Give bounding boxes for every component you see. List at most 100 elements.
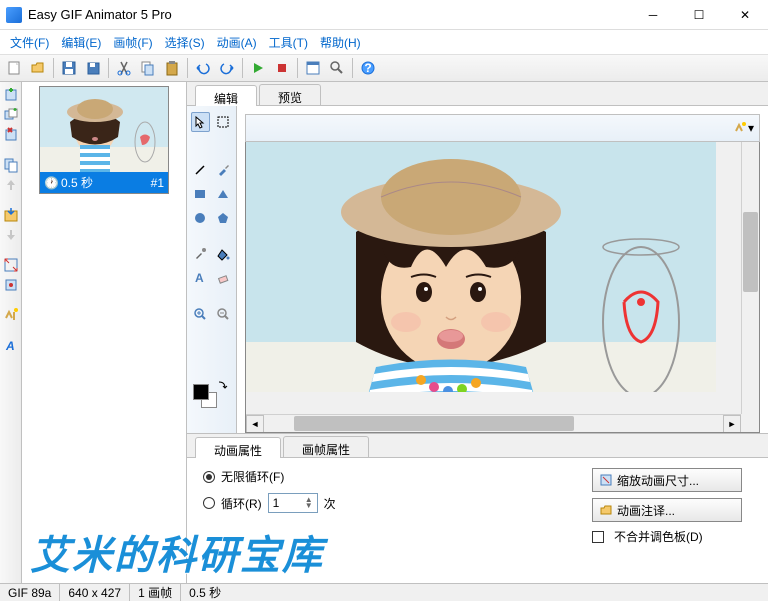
import-icon[interactable] (2, 206, 20, 224)
search-icon[interactable] (326, 57, 348, 79)
window-title: Easy GIF Animator 5 Pro (28, 7, 630, 22)
editor-panel: 编辑 预览 (187, 82, 768, 583)
canvas-image (246, 142, 716, 392)
animation-comment-button[interactable]: 动画注译... (592, 498, 742, 522)
open-icon[interactable] (27, 57, 49, 79)
loop-count-input[interactable]: 1▲▼ (268, 493, 318, 513)
radio-loop-count[interactable] (203, 497, 215, 509)
effects-icon[interactable] (2, 306, 20, 324)
rect-tool-icon[interactable] (191, 184, 210, 204)
line-tool-icon[interactable] (191, 160, 210, 180)
radio-infinite-loop[interactable] (203, 471, 215, 483)
scroll-left-icon[interactable]: ◄ (246, 415, 264, 433)
redo-icon[interactable] (216, 57, 238, 79)
canvas-toolbar: ▾ (245, 114, 760, 142)
help-icon[interactable]: ? (357, 57, 379, 79)
menu-file[interactable]: 文件(F) (4, 32, 55, 53)
zoom-out-tool-icon[interactable] (214, 304, 233, 324)
svg-text:?: ? (364, 61, 371, 75)
text-icon[interactable]: A (2, 336, 20, 354)
frame-thumbnail[interactable]: 🕐 0.5 秒 #1 (39, 86, 169, 194)
loop-options: 无限循环(F) 循环(R) 1▲▼ 次 (203, 468, 336, 553)
menu-animation[interactable]: 动画(A) (211, 32, 263, 53)
resize-icon[interactable] (2, 256, 20, 274)
brush-tool-icon[interactable] (214, 160, 233, 180)
cut-icon[interactable] (113, 57, 135, 79)
tab-preview[interactable]: 预览 (259, 84, 321, 105)
checkbox-no-merge-palette[interactable] (592, 531, 604, 543)
foreground-color[interactable] (193, 384, 209, 400)
status-dimensions: 640 x 427 (60, 584, 130, 601)
add-frame-icon[interactable] (2, 86, 20, 104)
svg-text:A: A (195, 271, 204, 285)
action-buttons: 缩放动画尺寸... 动画注译... 不合并调色板(D) (592, 468, 742, 553)
color-swatches[interactable] (191, 380, 232, 427)
resize-icon (599, 473, 613, 487)
zoom-in-tool-icon[interactable] (191, 304, 210, 324)
app-icon (6, 7, 22, 23)
tab-frame-props[interactable]: 画帧属性 (283, 436, 369, 457)
resize-animation-button[interactable]: 缩放动画尺寸... (592, 468, 742, 492)
svg-text:A: A (5, 339, 15, 353)
tab-edit[interactable]: 编辑 (195, 85, 257, 106)
frame-index: #1 (151, 176, 164, 190)
stop-icon[interactable] (271, 57, 293, 79)
eyedropper-tool-icon[interactable] (191, 244, 210, 264)
triangle-tool-icon[interactable] (214, 184, 233, 204)
close-button[interactable]: ✕ (722, 0, 768, 30)
canvas[interactable]: ◄ ► (245, 142, 760, 433)
save-icon[interactable] (58, 57, 80, 79)
maximize-button[interactable]: ☐ (676, 0, 722, 30)
circle-tool-icon[interactable] (191, 208, 210, 228)
save-as-icon[interactable] (82, 57, 104, 79)
paste-icon[interactable] (161, 57, 183, 79)
delete-frame-icon[interactable] (2, 126, 20, 144)
play-icon[interactable] (247, 57, 269, 79)
duplicate-frame-icon[interactable] (2, 156, 20, 174)
titlebar: Easy GIF Animator 5 Pro ─ ☐ ✕ (0, 0, 768, 30)
move-up-icon[interactable] (2, 176, 20, 194)
tab-anim-props[interactable]: 动画属性 (195, 437, 281, 458)
menu-frame[interactable]: 画帧(F) (107, 32, 158, 53)
frame-list: 🕐 0.5 秒 #1 (22, 82, 187, 583)
folder-icon (599, 503, 613, 517)
label-no-merge-palette: 不合并调色板(D) (614, 528, 703, 545)
menu-select[interactable]: 选择(S) (159, 32, 211, 53)
move-down-icon[interactable] (2, 226, 20, 244)
properties-panel: 动画属性 画帧属性 无限循环(F) 循环(R) 1▲▼ 次 (187, 433, 768, 583)
clock-icon: 🕐 (44, 176, 59, 190)
pointer-tool-icon[interactable] (191, 112, 210, 132)
browser-icon[interactable] (302, 57, 324, 79)
undo-icon[interactable] (192, 57, 214, 79)
crop-icon[interactable] (2, 276, 20, 294)
scroll-right-icon[interactable]: ► (723, 415, 741, 433)
main-toolbar: ? (0, 54, 768, 82)
eraser-tool-icon[interactable] (214, 268, 233, 288)
horizontal-scrollbar[interactable]: ◄ ► (246, 414, 741, 432)
fill-tool-icon[interactable] (214, 244, 233, 264)
frame-delay: 0.5 秒 (61, 174, 151, 191)
status-delay: 0.5 秒 (181, 584, 229, 601)
marquee-tool-icon[interactable] (214, 112, 232, 132)
status-frame-count: 1 画帧 (130, 584, 181, 601)
effects-dropdown-icon[interactable]: ▾ (732, 117, 754, 139)
minimize-button[interactable]: ─ (630, 0, 676, 30)
label-loop-count: 循环(R) (221, 495, 262, 512)
menubar: 文件(F) 编辑(E) 画帧(F) 选择(S) 动画(A) 工具(T) 帮助(H… (0, 30, 768, 54)
insert-frame-icon[interactable] (2, 106, 20, 124)
vertical-scrollbar[interactable] (741, 142, 759, 414)
text-tool-icon: A (191, 268, 210, 288)
label-times: 次 (324, 495, 336, 512)
statusbar: GIF 89a 640 x 427 1 画帧 0.5 秒 (0, 583, 768, 601)
polygon-tool-icon[interactable] (214, 208, 233, 228)
new-icon[interactable] (3, 57, 25, 79)
menu-edit[interactable]: 编辑(E) (55, 32, 107, 53)
menu-help[interactable]: 帮助(H) (314, 32, 367, 53)
left-toolbar: A (0, 82, 22, 583)
status-version: GIF 89a (0, 584, 60, 601)
paint-tools: A (187, 106, 237, 433)
copy-icon[interactable] (137, 57, 159, 79)
menu-tool[interactable]: 工具(T) (263, 32, 314, 53)
label-infinite-loop: 无限循环(F) (221, 468, 284, 485)
thumbnail-image (40, 87, 168, 172)
